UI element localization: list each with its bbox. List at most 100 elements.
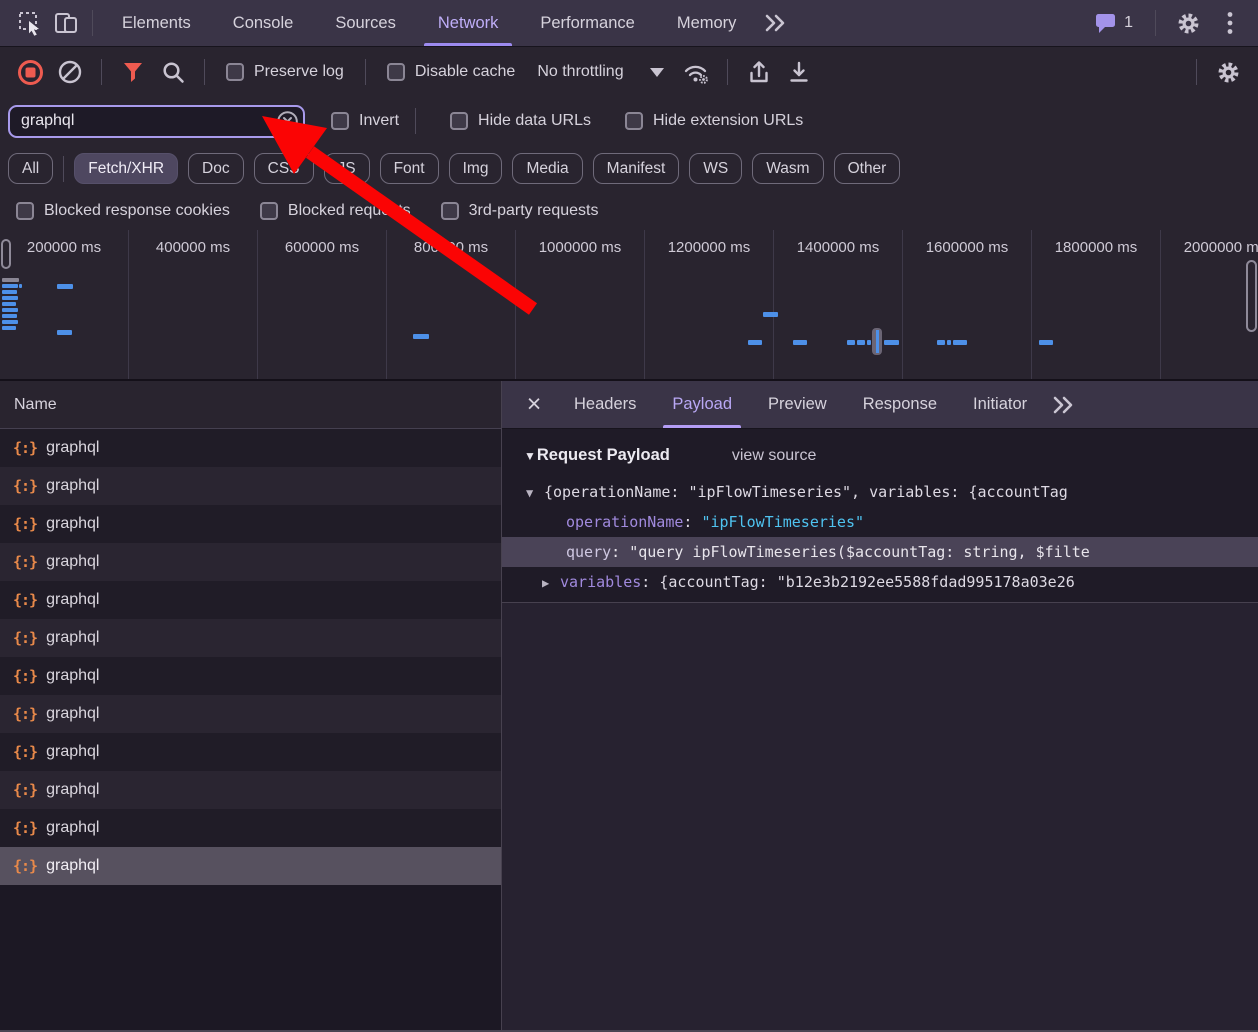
more-options-icon[interactable] xyxy=(1212,11,1248,35)
invert-checkbox[interactable] xyxy=(331,112,349,130)
filter-icon[interactable] xyxy=(115,54,151,90)
throttling-select[interactable]: No throttling xyxy=(527,63,673,81)
settings-icon[interactable] xyxy=(1170,12,1206,35)
device-toolbar-icon[interactable] xyxy=(48,0,84,46)
import-har-icon[interactable] xyxy=(741,54,777,90)
chip-fetch-xhr[interactable]: Fetch/XHR xyxy=(74,153,178,184)
timeline-tick: 1200000 ms xyxy=(645,230,774,379)
clear-network-log-icon[interactable] xyxy=(52,54,88,90)
request-bar xyxy=(2,284,18,288)
tab-performance[interactable]: Performance xyxy=(519,0,655,46)
triangle-down-icon: ▼ xyxy=(524,449,536,463)
network-toolbar: Preserve log Disable cache No throttling xyxy=(0,47,1258,97)
request-bar xyxy=(2,320,18,324)
tabbar-right-controls: 1 xyxy=(1086,10,1248,36)
preserve-log-checkbox[interactable] xyxy=(226,63,244,81)
request-row[interactable]: {:}graphql xyxy=(0,733,501,771)
tab-console[interactable]: Console xyxy=(212,0,315,46)
request-bar xyxy=(2,290,17,294)
tab-sources[interactable]: Sources xyxy=(314,0,417,46)
payload-root-row[interactable]: ▼{operationName: "ipFlowTimeseries", var… xyxy=(502,477,1258,507)
third-party-checkbox[interactable] xyxy=(441,202,459,220)
detail-tab-preview[interactable]: Preview xyxy=(750,381,845,428)
request-row[interactable]: {:}graphql xyxy=(0,695,501,733)
record-network-log-icon[interactable] xyxy=(12,54,48,90)
json-icon: {:} xyxy=(13,477,37,495)
advanced-filters-row: Blocked response cookies Blocked request… xyxy=(0,192,1258,230)
clear-filter-icon[interactable] xyxy=(276,110,299,133)
divider xyxy=(92,10,93,36)
detail-tab-response[interactable]: Response xyxy=(845,381,955,428)
issues-button[interactable]: 1 xyxy=(1086,12,1141,34)
chip-all[interactable]: All xyxy=(8,153,53,184)
view-source-link[interactable]: view source xyxy=(732,447,816,465)
chip-ws[interactable]: WS xyxy=(689,153,742,184)
detail-tab-initiator[interactable]: Initiator xyxy=(955,381,1045,428)
timeline-tick: 200000 ms xyxy=(0,230,129,379)
preserve-log-toggle[interactable]: Preserve log xyxy=(218,63,352,81)
blocked-requests-toggle[interactable]: Blocked requests xyxy=(252,202,419,220)
request-row[interactable]: {:}graphql xyxy=(0,619,501,657)
inspect-element-icon[interactable] xyxy=(12,0,48,46)
request-row[interactable]: {:}graphql xyxy=(0,429,501,467)
json-icon: {:} xyxy=(13,743,37,761)
request-row-selected[interactable]: {:}graphql xyxy=(0,847,501,885)
blocked-requests-checkbox[interactable] xyxy=(260,202,278,220)
json-icon: {:} xyxy=(13,819,37,837)
divider xyxy=(1196,59,1197,85)
payload-query-row[interactable]: query: "query ipFlowTimeseries($accountT… xyxy=(502,537,1258,567)
payload-section-title[interactable]: Request Payload xyxy=(537,446,670,465)
tab-memory[interactable]: Memory xyxy=(656,0,758,46)
tab-network[interactable]: Network xyxy=(417,0,520,46)
more-detail-tabs-icon[interactable] xyxy=(1045,381,1081,428)
payload-variables-row[interactable]: ▶variables: {accountTag: "b12e3b2192ee55… xyxy=(502,567,1258,597)
timeline-left-handle[interactable] xyxy=(1,239,11,269)
search-icon[interactable] xyxy=(155,54,191,90)
chip-media[interactable]: Media xyxy=(512,153,582,184)
json-icon: {:} xyxy=(13,857,37,875)
disable-cache-checkbox[interactable] xyxy=(387,63,405,81)
request-row[interactable]: {:}graphql xyxy=(0,505,501,543)
request-details-panel: × Headers Payload Preview Response Initi… xyxy=(502,381,1258,1032)
chip-js[interactable]: JS xyxy=(324,153,370,184)
chip-css[interactable]: CSS xyxy=(254,153,314,184)
name-column-header[interactable]: Name xyxy=(0,381,501,429)
detail-tab-headers[interactable]: Headers xyxy=(556,381,654,428)
request-row[interactable]: {:}graphql xyxy=(0,657,501,695)
chip-manifest[interactable]: Manifest xyxy=(593,153,680,184)
network-overview-timeline[interactable]: 200000 ms 400000 ms 600000 ms 800000 ms … xyxy=(0,230,1258,380)
detail-tab-payload[interactable]: Payload xyxy=(654,381,750,428)
blocked-cookies-checkbox[interactable] xyxy=(16,202,34,220)
network-settings-icon[interactable] xyxy=(1210,54,1246,90)
blocked-cookies-toggle[interactable]: Blocked response cookies xyxy=(8,202,238,220)
hide-data-urls-checkbox[interactable] xyxy=(450,112,468,130)
hide-extension-urls-toggle[interactable]: Hide extension URLs xyxy=(617,112,811,130)
json-icon: {:} xyxy=(13,705,37,723)
more-tabs-icon[interactable] xyxy=(757,0,793,46)
request-row[interactable]: {:}graphql xyxy=(0,809,501,847)
message-bubble-icon xyxy=(1094,12,1117,34)
request-row[interactable]: {:}graphql xyxy=(0,581,501,619)
request-row[interactable]: {:}graphql xyxy=(0,771,501,809)
tab-elements[interactable]: Elements xyxy=(101,0,212,46)
disable-cache-toggle[interactable]: Disable cache xyxy=(379,63,524,81)
hide-data-urls-toggle[interactable]: Hide data URLs xyxy=(442,112,599,130)
export-har-icon[interactable] xyxy=(781,54,817,90)
timeline-tick: 1400000 ms xyxy=(774,230,903,379)
chip-wasm[interactable]: Wasm xyxy=(752,153,823,184)
chip-other[interactable]: Other xyxy=(834,153,901,184)
request-row[interactable]: {:}graphql xyxy=(0,467,501,505)
hide-extension-urls-checkbox[interactable] xyxy=(625,112,643,130)
triangle-down-icon: ▼ xyxy=(526,478,544,507)
third-party-toggle[interactable]: 3rd-party requests xyxy=(433,202,607,220)
timeline-right-handle[interactable] xyxy=(1246,260,1257,332)
chip-doc[interactable]: Doc xyxy=(188,153,244,184)
request-row[interactable]: {:}graphql xyxy=(0,543,501,581)
filter-input[interactable] xyxy=(8,105,305,138)
network-conditions-icon[interactable] xyxy=(678,54,714,90)
payload-operation-name-row[interactable]: operationName: "ipFlowTimeseries" xyxy=(502,507,1258,537)
close-details-icon[interactable]: × xyxy=(512,392,556,417)
chip-font[interactable]: Font xyxy=(380,153,439,184)
chip-img[interactable]: Img xyxy=(449,153,503,184)
invert-toggle[interactable]: Invert xyxy=(323,112,407,130)
